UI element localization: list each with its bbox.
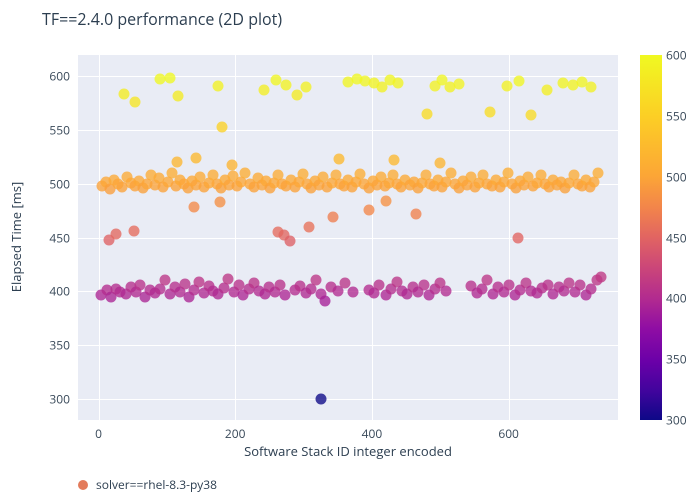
data-point — [586, 82, 597, 93]
legend-swatch — [78, 480, 88, 490]
y-tick-label: 450 — [49, 229, 70, 246]
data-point — [165, 72, 176, 83]
data-point — [304, 221, 315, 232]
colorbar-tick-label: 300 — [666, 412, 687, 429]
colorbar-tick-label: 350 — [666, 351, 687, 368]
data-point — [190, 153, 201, 164]
x-tick-label: 200 — [225, 425, 246, 442]
colorbar-tick-label: 500 — [666, 168, 687, 185]
data-point — [595, 272, 606, 283]
data-point — [593, 168, 604, 179]
data-point — [226, 159, 237, 170]
chart-title: TF==2.4.0 performance (2D plot) — [42, 8, 282, 30]
y-gridline — [78, 130, 618, 131]
colorbar-tick-label: 550 — [666, 107, 687, 124]
colorbar-tick-label: 600 — [666, 47, 687, 64]
data-point — [300, 82, 311, 93]
data-point — [525, 110, 536, 121]
data-point — [440, 286, 451, 297]
y-tick-label: 300 — [49, 390, 70, 407]
legend-label: solver==rhel-8.3-py38 — [96, 476, 217, 493]
data-point — [392, 77, 403, 88]
data-point — [411, 208, 422, 219]
data-point — [502, 168, 513, 179]
data-point — [310, 275, 321, 286]
y-tick-label: 500 — [49, 175, 70, 192]
data-point — [172, 90, 183, 101]
data-point — [389, 155, 400, 166]
y-gridline — [78, 399, 618, 400]
data-point — [435, 158, 446, 169]
data-point — [513, 232, 524, 243]
y-tick-label: 400 — [49, 283, 70, 300]
y-gridline — [78, 345, 618, 346]
data-point — [485, 106, 496, 117]
data-point — [347, 287, 358, 298]
y-tick-label: 600 — [49, 68, 70, 85]
data-point — [281, 80, 292, 91]
data-point — [129, 226, 140, 237]
data-point — [320, 295, 331, 306]
data-point — [213, 81, 224, 92]
data-point — [513, 75, 524, 86]
data-point — [189, 202, 200, 213]
data-point — [172, 157, 183, 168]
data-point — [502, 81, 513, 92]
data-point — [339, 277, 350, 288]
data-point — [216, 121, 227, 132]
data-point — [284, 235, 295, 246]
y-gridline — [78, 238, 618, 239]
legend: solver==rhel-8.3-py38 — [78, 476, 217, 493]
chart-container: TF==2.4.0 performance (2D plot) 02004006… — [0, 0, 700, 500]
x-tick-label: 0 — [95, 425, 102, 442]
data-point — [575, 279, 586, 290]
y-tick-label: 350 — [49, 336, 70, 353]
data-point — [418, 279, 429, 290]
data-point — [280, 290, 291, 301]
plot-area: 0200400600300350400450500550600 — [78, 55, 618, 420]
data-point — [215, 197, 226, 208]
data-point — [119, 88, 130, 99]
data-point — [130, 97, 141, 108]
colorbar-tick-label: 400 — [666, 290, 687, 307]
data-point — [504, 279, 515, 290]
data-point — [374, 279, 385, 290]
data-point — [334, 154, 345, 165]
colorbar-tick-label: 450 — [666, 229, 687, 246]
data-point — [327, 212, 338, 223]
data-point — [258, 85, 269, 96]
data-point — [240, 168, 251, 179]
x-tick-label: 600 — [498, 425, 519, 442]
data-point — [110, 229, 121, 240]
data-point — [155, 73, 166, 84]
data-point — [482, 275, 493, 286]
x-axis-label: Software Stack ID integer encoded — [78, 442, 618, 460]
data-point — [274, 279, 285, 290]
data-point — [380, 196, 391, 207]
data-point — [363, 204, 374, 215]
data-point — [316, 393, 327, 404]
x-tick-label: 400 — [362, 425, 383, 442]
data-point — [421, 109, 432, 120]
data-point — [445, 168, 456, 179]
colorbar — [640, 55, 662, 420]
y-tick-label: 550 — [49, 122, 70, 139]
data-point — [541, 85, 552, 96]
data-point — [454, 78, 465, 89]
y-axis-label: Elapsed Time [ms] — [7, 182, 25, 292]
